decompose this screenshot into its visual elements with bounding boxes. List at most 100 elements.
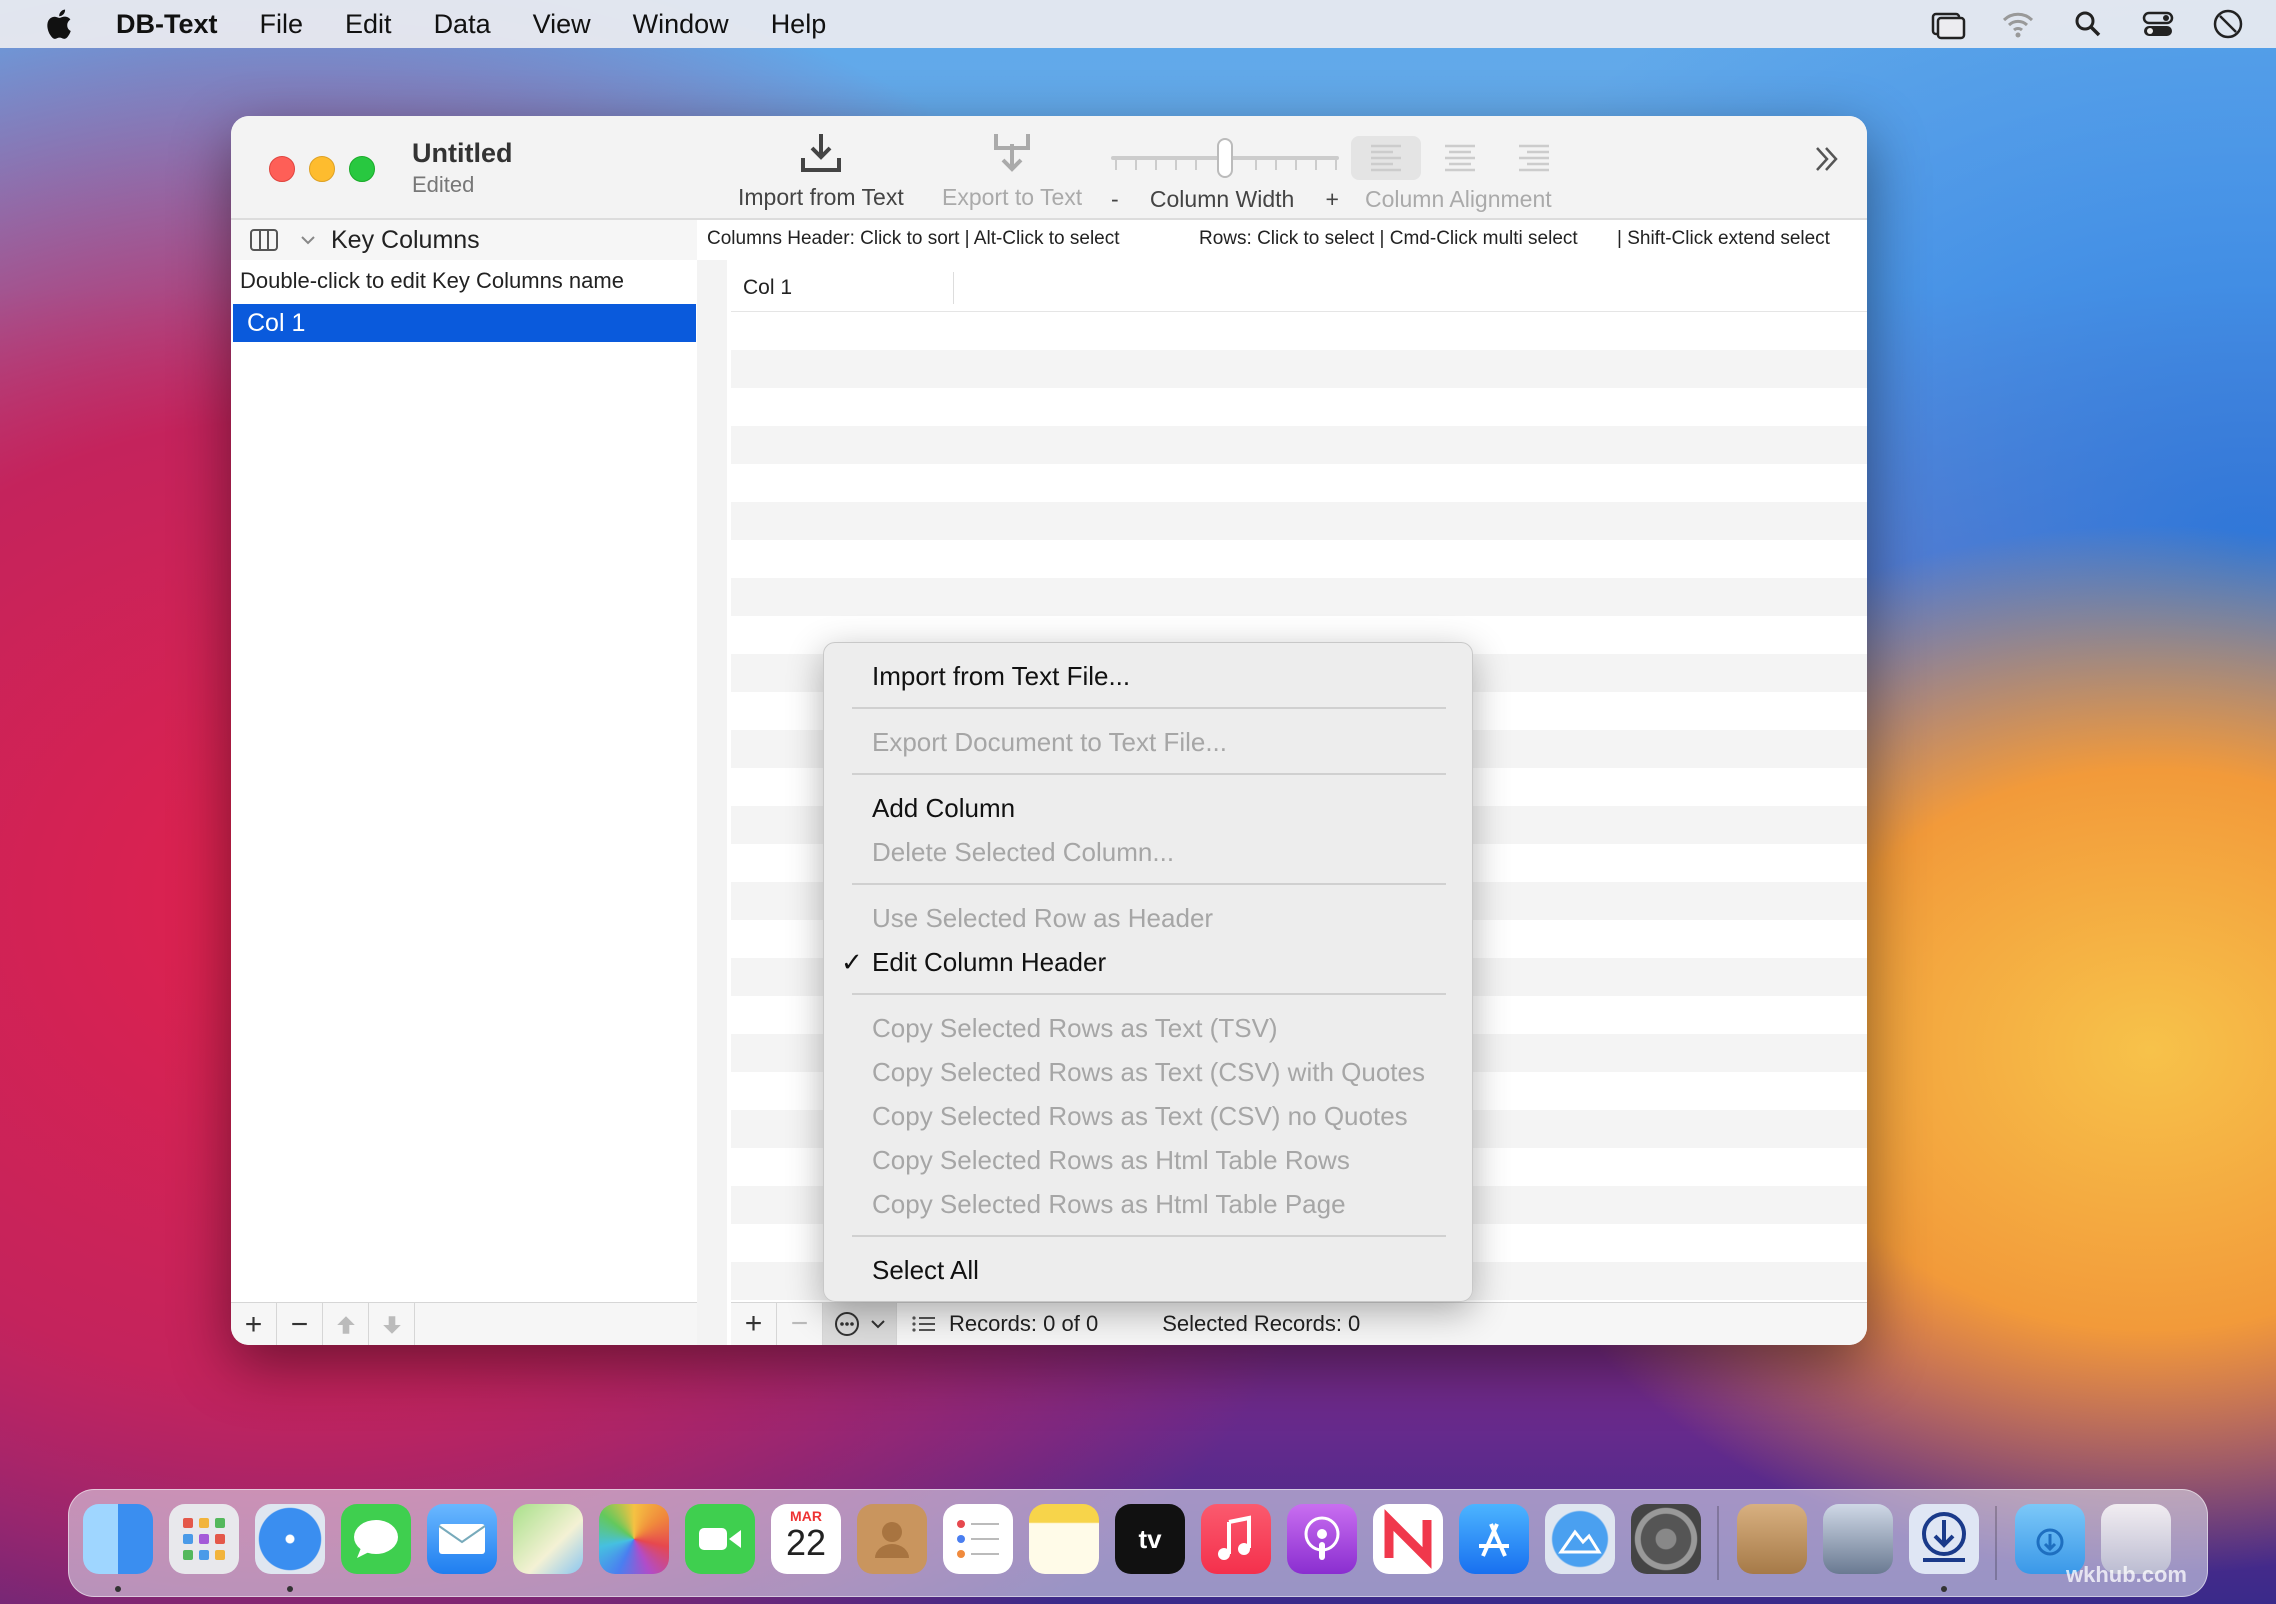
rows-hint: Rows: Click to select | Cmd-Click multi … (1199, 228, 1578, 249)
key-column-row[interactable]: Col 1 (233, 304, 696, 342)
photos-icon[interactable] (599, 1504, 669, 1574)
menu-separator (852, 993, 1446, 995)
slider-tick (1315, 160, 1317, 170)
menu-copy-csv-no-quotes[interactable]: Copy Selected Rows as Text (CSV) no Quot… (872, 1101, 1408, 1132)
align-right-button[interactable] (1499, 136, 1569, 180)
app-store-a-icon (1479, 1523, 1509, 1557)
facetime-icon[interactable] (685, 1504, 755, 1574)
menu-view[interactable]: View (533, 9, 591, 40)
running-indicator (1941, 1586, 1947, 1592)
menu-separator (852, 1235, 1446, 1237)
column-width-label: Column Width (1149, 186, 1295, 212)
menu-window[interactable]: Window (633, 9, 729, 40)
system-preferences-icon[interactable] (1631, 1504, 1701, 1574)
chevron-down-icon[interactable] (299, 231, 317, 249)
remove-record-button[interactable]: − (777, 1302, 823, 1345)
display-icon[interactable] (1930, 7, 1966, 41)
running-indicator (287, 1586, 293, 1592)
import-from-text-button[interactable]: Import from Text (738, 130, 904, 211)
apple-icon[interactable] (40, 6, 76, 42)
launchpad-icon[interactable] (169, 1504, 239, 1574)
mail-icon[interactable] (427, 1504, 497, 1574)
video-camera-icon (699, 1528, 741, 1550)
remove-key-column-button[interactable]: − (277, 1303, 323, 1345)
move-up-button[interactable] (323, 1303, 369, 1345)
menu-edit-column-header[interactable]: Edit Column Header (872, 947, 1106, 978)
contacts-icon[interactable] (857, 1504, 927, 1574)
pane-divider[interactable] (697, 260, 727, 1345)
menu-edit[interactable]: Edit (345, 9, 392, 40)
action-context-menu: Import from Text File... Export Document… (823, 642, 1473, 1302)
table-row[interactable] (731, 426, 1867, 464)
archive-utility-icon[interactable] (1737, 1504, 1807, 1574)
wifi-icon[interactable] (2000, 7, 2036, 41)
column-width-slider[interactable] (1111, 138, 1339, 178)
db-text-icon[interactable] (1909, 1504, 1979, 1574)
menu-import-from-text-file[interactable]: Import from Text File... (872, 661, 1130, 692)
menu-select-all[interactable]: Select All (872, 1255, 979, 1286)
reminders-icon[interactable] (943, 1504, 1013, 1574)
music-icon[interactable] (1201, 1504, 1271, 1574)
close-button[interactable] (269, 156, 295, 182)
selected-records-label: Selected Records: 0 (1162, 1311, 1361, 1336)
zoom-button[interactable] (349, 156, 375, 182)
import-icon (800, 134, 841, 172)
mountain-icon (1558, 1529, 1602, 1554)
menu-copy-html-rows[interactable]: Copy Selected Rows as Html Table Rows (872, 1145, 1350, 1176)
action-menu-button[interactable] (823, 1302, 897, 1345)
sidebar-toggle-icon[interactable] (249, 227, 279, 253)
podcast-icon (1304, 1516, 1340, 1560)
arrow-down-icon (382, 1315, 401, 1334)
column-width-plus[interactable]: + (1326, 186, 1339, 213)
slider-tick (1195, 160, 1197, 170)
search-icon[interactable] (2070, 7, 2106, 41)
safari-icon[interactable] (255, 1504, 325, 1574)
finder-icon[interactable] (83, 1504, 153, 1574)
app-store-icon[interactable] (1459, 1504, 1529, 1574)
column-separator[interactable] (953, 272, 954, 304)
export-icon (994, 134, 1031, 172)
menu-app-name[interactable]: DB-Text (116, 9, 218, 40)
add-record-button[interactable]: + (731, 1302, 777, 1345)
menu-export-document[interactable]: Export Document to Text File... (872, 727, 1227, 758)
add-key-column-button[interactable]: + (231, 1303, 277, 1345)
align-right-icon (1519, 144, 1549, 172)
control-center-icon[interactable] (2140, 7, 2176, 41)
toolbar-overflow-icon[interactable] (1809, 142, 1843, 176)
table-row[interactable] (731, 350, 1867, 388)
screen-time-icon[interactable] (2210, 7, 2246, 41)
window-toolbar: Untitled Edited Import from Text Export … (231, 116, 1867, 220)
notes-icon[interactable] (1029, 1504, 1099, 1574)
menu-add-column[interactable]: Add Column (872, 793, 1015, 824)
column-header-col1[interactable]: Col 1 (743, 276, 792, 300)
news-icon[interactable] (1373, 1504, 1443, 1574)
menu-copy-tsv[interactable]: Copy Selected Rows as Text (TSV) (872, 1013, 1278, 1044)
menu-data[interactable]: Data (434, 9, 491, 40)
messages-icon[interactable] (341, 1504, 411, 1574)
menu-copy-csv-quotes[interactable]: Copy Selected Rows as Text (CSV) with Qu… (872, 1057, 1425, 1088)
export-to-text-button[interactable]: Export to Text (942, 130, 1082, 211)
apple-tv-icon[interactable]: tv (1115, 1504, 1185, 1574)
calendar-icon[interactable]: MAR 22 (771, 1504, 841, 1574)
maps-icon[interactable] (513, 1504, 583, 1574)
table-row[interactable] (731, 578, 1867, 616)
slider-thumb[interactable] (1217, 138, 1233, 178)
table-row[interactable] (731, 502, 1867, 540)
menu-copy-html-page[interactable]: Copy Selected Rows as Html Table Page (872, 1189, 1346, 1220)
menu-file[interactable]: File (260, 9, 304, 40)
menu-use-selected-row-as-header[interactable]: Use Selected Row as Header (872, 903, 1213, 934)
move-down-button[interactable] (369, 1303, 415, 1345)
align-left-button[interactable] (1351, 136, 1421, 180)
altitude-icon[interactable] (1545, 1504, 1615, 1574)
column-width-label-group: - Column Width + (1111, 186, 1339, 213)
db-text-download-icon (1922, 1512, 1966, 1562)
align-center-button[interactable] (1425, 136, 1495, 180)
column-width-minus[interactable]: - (1111, 186, 1119, 213)
slider-tick (1155, 160, 1157, 170)
podcasts-icon[interactable] (1287, 1504, 1357, 1574)
preview-icon[interactable] (1823, 1504, 1893, 1574)
watermark: wkhub.com (2065, 1562, 2187, 1587)
minimize-button[interactable] (309, 156, 335, 182)
menu-help[interactable]: Help (771, 9, 827, 40)
menu-delete-selected-column[interactable]: Delete Selected Column... (872, 837, 1174, 868)
